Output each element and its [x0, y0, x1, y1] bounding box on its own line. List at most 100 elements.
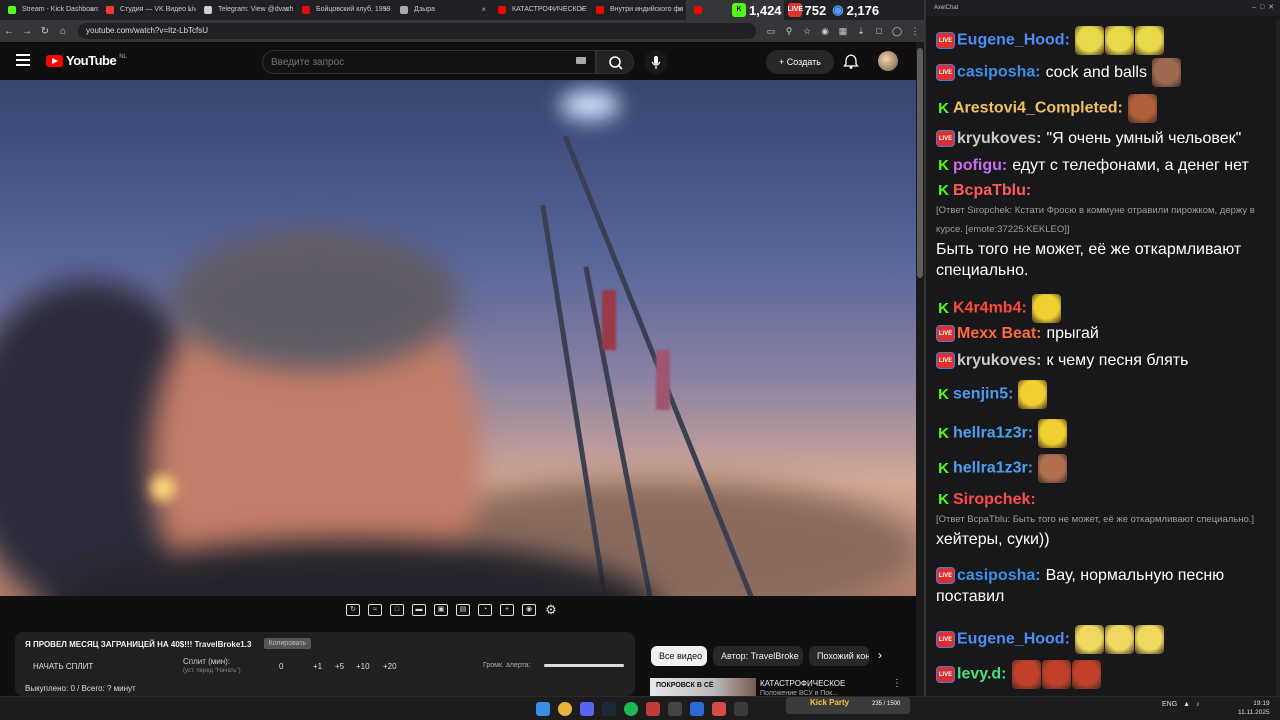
reload-icon[interactable]: ↻	[36, 26, 54, 37]
screenshot-icon[interactable]: □	[390, 604, 404, 616]
bookmark-star-icon[interactable]: ☆	[798, 26, 816, 37]
browser-tab[interactable]: Stream - Kick Dashboard ×	[0, 0, 98, 20]
pip-icon[interactable]: ▣	[434, 604, 448, 616]
app-icon[interactable]	[734, 702, 748, 716]
forward-icon[interactable]: →	[18, 26, 36, 37]
browser-tab[interactable]: Бойцовский клуб, 1999 ×	[294, 0, 392, 20]
keyboard-icon[interactable]	[576, 57, 586, 64]
chat-username[interactable]: K4r4mb4:	[953, 300, 1027, 317]
increment-button[interactable]: +10	[356, 662, 370, 671]
profile-icon[interactable]: ◯	[888, 26, 906, 37]
wifi-icon[interactable]: ▲	[1183, 701, 1190, 708]
discord-icon[interactable]	[580, 702, 594, 716]
extension-icon[interactable]: ◉	[816, 26, 834, 37]
browser-tab[interactable]: Telegram: View @dvach ×	[196, 0, 294, 20]
chevron-right-icon[interactable]: ›	[878, 648, 882, 662]
search-button[interactable]	[596, 50, 634, 74]
download-icon[interactable]: ⇣	[852, 26, 870, 37]
app-icon[interactable]	[668, 702, 682, 716]
youtube-logo[interactable]: YouTube NL	[46, 53, 127, 68]
volume-icon[interactable]: ♪	[1196, 701, 1200, 708]
chat-username[interactable]: hellra1z3r:	[953, 425, 1033, 442]
chat-username[interactable]: Eugene_Hood:	[957, 32, 1070, 49]
kick-party-widget[interactable]: Kick Party 235 / 1500	[786, 697, 910, 714]
media-player-icon[interactable]	[690, 702, 704, 716]
chat-username[interactable]: BcpaTblu:	[953, 182, 1031, 199]
add-icon[interactable]: +	[500, 604, 514, 616]
more-options-icon[interactable]: ⋮	[892, 678, 902, 689]
chip-author[interactable]: Автор: TravelBroke	[713, 646, 803, 666]
chat-scrollbar[interactable]	[1276, 20, 1280, 696]
steam-icon[interactable]	[602, 702, 616, 716]
alert-volume-fill	[544, 664, 624, 667]
recommended-thumbnail[interactable]: ПОКРОВСК В СЁ	[650, 678, 756, 696]
notifications-bell-icon[interactable]	[842, 52, 860, 70]
kick-badge-icon: K	[936, 300, 951, 317]
increment-button[interactable]: +1	[313, 662, 322, 671]
voice-search-button[interactable]	[644, 50, 668, 74]
chat-username[interactable]: casiposha:	[957, 64, 1041, 81]
zoom-icon[interactable]: ⚲	[780, 26, 798, 37]
browser-tab[interactable]: Дзыра ×	[392, 0, 490, 20]
increment-button[interactable]: +20	[383, 662, 397, 671]
chat-username[interactable]: Arestovi4_Completed:	[953, 100, 1123, 117]
chip-related[interactable]: Похожий кон	[809, 646, 869, 666]
chat-username[interactable]: kryukoves:	[957, 352, 1042, 369]
tab-close-icon[interactable]: ×	[579, 0, 584, 20]
tab-close-icon[interactable]: ×	[383, 0, 388, 20]
theater-icon[interactable]: ▤	[456, 604, 470, 616]
recommended-title[interactable]: КАТАСТРОФИЧЕСКОЕ	[760, 679, 845, 688]
chat-username[interactable]: Siropchek:	[953, 491, 1036, 508]
video-player[interactable]	[0, 80, 916, 596]
back-icon[interactable]: ←	[0, 26, 18, 37]
app-icon[interactable]	[712, 702, 726, 716]
chat-username[interactable]: casiposha:	[957, 567, 1041, 584]
home-icon[interactable]: ⌂	[54, 26, 72, 37]
chip-all-videos[interactable]: Все видео	[651, 646, 707, 666]
system-clock[interactable]: 19:19 11.11.2025	[1238, 699, 1270, 717]
menu-dots-icon[interactable]: ⋮	[906, 26, 924, 37]
chat-username[interactable]: hellra1z3r:	[953, 460, 1033, 477]
tab-close-icon[interactable]: ×	[677, 0, 682, 20]
chat-username[interactable]: levy.d:	[957, 666, 1007, 683]
browser-tab[interactable]: Студия — VK Видео Live ×	[98, 0, 196, 20]
chat-username[interactable]: Mexx Beat:	[957, 325, 1041, 342]
start-split-button[interactable]: НАЧАТЬ СПЛИТ	[33, 662, 93, 671]
spotify-icon[interactable]	[624, 702, 638, 716]
account-avatar[interactable]	[878, 51, 898, 71]
alert-volume-slider[interactable]	[544, 664, 624, 667]
repeat-icon[interactable]: ↻	[346, 604, 360, 616]
windows-start-icon[interactable]	[536, 702, 550, 716]
language-indicator[interactable]: ENG	[1162, 701, 1177, 708]
page-scrollbar[interactable]	[916, 42, 924, 696]
tab-close-icon[interactable]: ×	[285, 0, 290, 20]
tab-close-icon[interactable]: ×	[187, 0, 192, 20]
broadcast-icon[interactable]: ≈	[368, 604, 382, 616]
url-field[interactable]: youtube.com/watch?v=Itz-LbTcfsU	[78, 23, 756, 39]
hamburger-menu-icon[interactable]	[16, 54, 30, 66]
browser-tab[interactable]: КАТАСТРОФИЧЕСКОЕ ×	[490, 0, 588, 20]
increment-button[interactable]: +5	[335, 662, 344, 671]
tab-close-icon[interactable]: ×	[481, 0, 486, 20]
obs-icon[interactable]	[646, 702, 660, 716]
chat-username[interactable]: senjin5:	[953, 386, 1013, 403]
browser-tab[interactable]: Внутри индийского фи ×	[588, 0, 686, 20]
tab-close-icon[interactable]: ×	[89, 0, 94, 20]
speed-icon[interactable]: ◔	[478, 604, 492, 616]
chat-window-controls[interactable]: – □ ✕	[1252, 0, 1274, 16]
settings-gear-icon[interactable]: ⚙	[544, 603, 558, 616]
cast-icon[interactable]: ▭	[762, 26, 780, 37]
create-button[interactable]: + Создать	[766, 50, 834, 74]
copy-button[interactable]: Копировать	[264, 638, 311, 649]
chat-username[interactable]: kryukoves:	[957, 130, 1042, 147]
clip-icon[interactable]: ▬	[412, 604, 426, 616]
chat-username[interactable]: Eugene_Hood:	[957, 631, 1070, 648]
scrollbar-thumb[interactable]	[917, 48, 923, 278]
puzzle-icon[interactable]: ▦	[834, 26, 852, 37]
chat-username[interactable]: pofigu:	[953, 157, 1007, 174]
chrome-icon[interactable]	[558, 702, 572, 716]
sidebar-icon[interactable]: □	[870, 26, 888, 36]
search-input[interactable]	[263, 51, 563, 73]
split-minutes-value[interactable]: 0	[279, 662, 283, 671]
camera-icon[interactable]: ◉	[522, 604, 536, 616]
